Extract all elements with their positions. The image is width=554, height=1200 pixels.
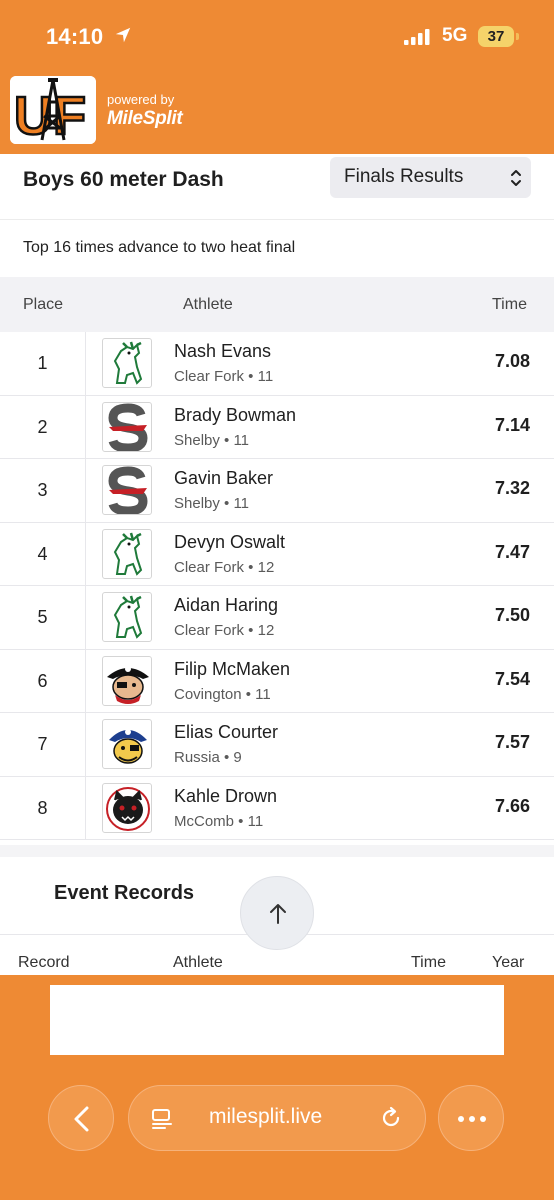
back-button[interactable] [48, 1085, 114, 1151]
round-select[interactable]: Finals Results [330, 157, 531, 198]
table-row[interactable]: 5 Aidan Haring Clear Fork • 12 7.50 [0, 586, 554, 650]
scroll-to-top-button[interactable] [240, 876, 314, 950]
column-time: Time [492, 296, 527, 313]
mustang-icon [102, 338, 152, 388]
column-time: Time [411, 954, 446, 971]
more-options-button[interactable] [438, 1085, 504, 1151]
place-cell: 2 [0, 395, 86, 458]
battery-indicator: 37 [478, 26, 514, 47]
column-year: Year [492, 954, 525, 971]
place-cell: 5 [0, 586, 86, 649]
chevron-up-down-icon [511, 170, 521, 186]
athlete-name[interactable]: Devyn Oswalt [174, 532, 285, 553]
athlete-name[interactable]: Aidan Haring [174, 595, 278, 616]
place-cell: 6 [0, 649, 86, 712]
oil-derrick-logo-icon: UF [10, 76, 96, 144]
table-row[interactable]: 2 Brady Bowman Shelby • 11 7.14 [0, 395, 554, 459]
event-header: Boys 60 meter Dash Finals Results [0, 154, 554, 220]
event-records-title: Event Records [54, 882, 195, 904]
result-time: 7.14 [494, 414, 530, 435]
battery-tip [516, 33, 519, 40]
arrow-up-icon [270, 904, 286, 924]
athlete-name[interactable]: Kahle Drown [174, 786, 277, 807]
athlete-team-grade: Covington • 11 [174, 685, 271, 703]
athlete-team-grade: McComb • 11 [174, 812, 264, 830]
pirate-icon [102, 655, 152, 706]
uf-logo[interactable]: UF [10, 76, 96, 144]
cellular-signal-icon [404, 29, 430, 45]
event-title: Boys 60 meter Dash [23, 168, 224, 191]
place-cell: 4 [0, 522, 86, 585]
result-time: 7.08 [494, 351, 530, 371]
athlete-team-grade: Clear Fork • 12 [174, 558, 275, 576]
reload-icon[interactable] [379, 1106, 403, 1130]
column-athlete: Athlete [183, 296, 233, 313]
column-athlete: Athlete [173, 954, 223, 971]
result-time: 7.66 [494, 795, 530, 816]
status-time: 14:10 [46, 24, 104, 49]
ad-banner[interactable] [50, 985, 504, 1055]
column-record: Record [18, 954, 70, 971]
status-bar: 14:10 5G 37 [0, 0, 554, 74]
location-arrow-icon [115, 27, 131, 43]
athlete-team-grade: Shelby • 11 [174, 431, 250, 449]
page-format-icon [152, 1109, 172, 1129]
browser-bottom-bar: milesplit.live [0, 975, 554, 1200]
advancement-note: Top 16 times advance to two heat final [23, 239, 296, 256]
table-row[interactable]: 4 Devyn Oswalt Clear Fork • 12 7.47 [0, 522, 554, 586]
result-time: 7.50 [494, 605, 530, 625]
table-row[interactable]: 7 Elias Courter Russia • 9 7.57 [0, 713, 554, 777]
results-table-header: Place Athlete Time [0, 277, 554, 332]
athlete-name[interactable]: Filip McMaken [174, 659, 290, 680]
table-row[interactable]: 3 Gavin Baker Shelby • 11 7.32 [0, 459, 554, 523]
section-divider [0, 845, 554, 857]
mustang-icon [102, 528, 152, 579]
athlete-name[interactable]: Elias Courter [174, 722, 278, 743]
place-cell: 1 [0, 332, 86, 395]
athlete-name[interactable]: Nash Evans [174, 341, 271, 362]
athlete-team-grade: Shelby • 11 [174, 495, 250, 512]
pirate-blue-icon [102, 719, 152, 769]
network-type: 5G [442, 25, 468, 46]
athlete-name[interactable]: Brady Bowman [174, 405, 296, 426]
athlete-team-grade: Clear Fork • 12 [174, 622, 275, 639]
site-header: UF powered by MileSplit [0, 74, 554, 154]
place-cell: 8 [0, 776, 86, 839]
column-place: Place [23, 296, 64, 313]
panther-icon [102, 782, 152, 833]
athlete-team-grade: Clear Fork • 11 [174, 368, 274, 385]
result-time: 7.47 [494, 541, 530, 562]
athlete-team-grade: Russia • 9 [174, 749, 242, 766]
table-row[interactable]: 6 Filip McMaken Covington • 11 7.54 [0, 649, 554, 713]
place-cell: 3 [0, 459, 86, 522]
results-table: 1 Nash Evans Clear Fork • 11 7.08 2 Brad… [0, 332, 554, 840]
result-time: 7.32 [494, 478, 530, 498]
table-row[interactable]: 1 Nash Evans Clear Fork • 11 7.08 [0, 332, 554, 396]
shelby-s-icon [102, 465, 152, 515]
table-row[interactable]: 8 Kahle Drown McComb • 11 7.66 [0, 776, 554, 840]
round-select-value: Finals Results [344, 166, 464, 187]
address-bar[interactable]: milesplit.live [128, 1085, 426, 1151]
mustang-icon [102, 592, 152, 642]
milesplit-brand-logo[interactable]: MileSplit [107, 108, 183, 130]
result-time: 7.57 [494, 732, 530, 752]
chevron-left-icon [74, 1106, 89, 1132]
url-text: milesplit.live [209, 1105, 323, 1128]
powered-by-label: powered by [107, 92, 175, 107]
place-cell: 7 [0, 713, 86, 776]
shelby-s-icon [102, 401, 152, 452]
result-time: 7.54 [494, 668, 530, 689]
athlete-name[interactable]: Gavin Baker [174, 468, 273, 489]
ellipsis-icon [458, 1116, 486, 1122]
